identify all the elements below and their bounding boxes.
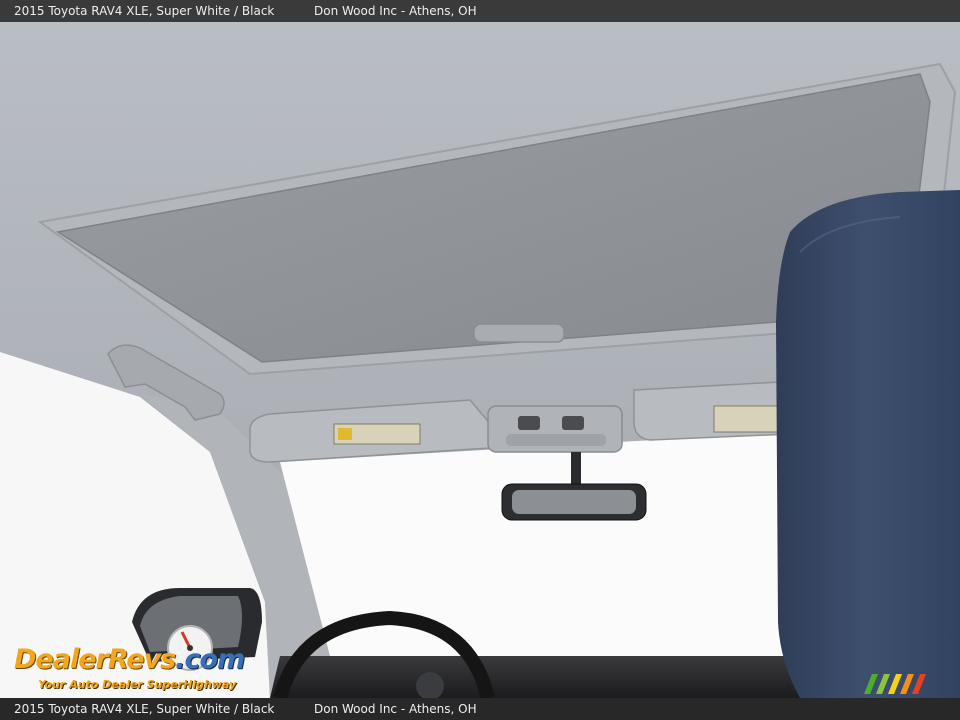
color-stripes-logo bbox=[864, 674, 926, 694]
interior-roof-photo bbox=[0, 22, 960, 698]
bottom-caption-bar: 2015 Toyota RAV4 XLE, Super White / Blac… bbox=[0, 698, 960, 720]
right-visor-warning-label bbox=[713, 405, 781, 433]
watermark-tagline: Your Auto Dealer SuperHighway bbox=[38, 678, 237, 691]
dealer-caption-bottom: Don Wood Inc - Athens, OH bbox=[314, 702, 477, 716]
photo-frame: 2015 Toyota RAV4 XLE, Super White / Blac… bbox=[0, 0, 960, 720]
dashboard bbox=[270, 656, 840, 698]
top-caption-bar: 2015 Toyota RAV4 XLE, Super White / Blac… bbox=[0, 0, 960, 22]
headrest bbox=[776, 190, 960, 698]
vehicle-caption-bottom: 2015 Toyota RAV4 XLE, Super White / Blac… bbox=[14, 702, 275, 716]
watermark-brand: DealerRevs.com bbox=[14, 644, 245, 675]
sunroof-pull-handle bbox=[473, 323, 565, 343]
dealer-caption: Don Wood Inc - Athens, OH bbox=[314, 4, 477, 18]
vehicle-caption: 2015 Toyota RAV4 XLE, Super White / Blac… bbox=[14, 4, 275, 18]
